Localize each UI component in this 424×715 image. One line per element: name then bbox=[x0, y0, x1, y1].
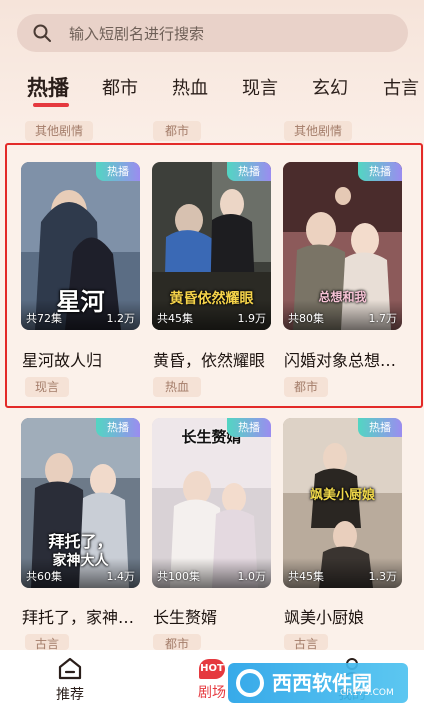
drama-title[interactable]: 星河故人归 bbox=[22, 347, 147, 371]
view-count: 1.3万 bbox=[368, 570, 398, 583]
drama-card[interactable]: 总想和我 热播 共80集 1.7万 bbox=[283, 162, 402, 330]
drama-card[interactable]: 星河 热播 共72集 1.2万 bbox=[21, 162, 140, 330]
drama-title[interactable]: 闪婚对象总想和我拜把子 bbox=[284, 347, 402, 371]
search-icon bbox=[33, 24, 51, 42]
drama-title[interactable]: 拜托了，家神大人 bbox=[22, 604, 147, 628]
tab-hot[interactable]: 热播 bbox=[27, 72, 69, 102]
tab-fantasy[interactable]: 玄幻 bbox=[312, 74, 348, 100]
view-count: 1.9万 bbox=[237, 312, 267, 325]
episode-count: 共80集 bbox=[288, 312, 324, 325]
category-tabs: 热播 都市 热血 现言 玄幻 古言 bbox=[0, 70, 424, 110]
poster-title-art: 黄昏依然耀眼 bbox=[169, 291, 254, 307]
hot-icon: HOT bbox=[199, 659, 225, 679]
tab-action[interactable]: 热血 bbox=[172, 74, 208, 100]
episode-count: 共45集 bbox=[288, 570, 324, 583]
hot-badge: 热播 bbox=[358, 162, 402, 181]
view-count: 1.2万 bbox=[106, 312, 136, 325]
genre-tag: 都市 bbox=[284, 377, 328, 397]
site-watermark: 西西软件园 CR173.COM bbox=[228, 663, 408, 703]
hot-badge: 热播 bbox=[227, 418, 271, 437]
genre-tag: 热血 bbox=[153, 377, 201, 397]
genre-tag: 其他剧情 bbox=[284, 121, 352, 141]
drama-title[interactable]: 飒美小厨娘 bbox=[284, 604, 402, 628]
tab-modern-romance[interactable]: 现言 bbox=[242, 74, 278, 100]
poster-title-art: 总想和我 bbox=[318, 290, 367, 304]
poster-subtitle-art: 家神大人 bbox=[52, 553, 109, 569]
hot-badge: 热播 bbox=[96, 418, 140, 437]
active-tab-indicator bbox=[33, 103, 69, 107]
search-bar[interactable]: 输入短剧名进行搜索 bbox=[17, 14, 408, 52]
genre-tag: 现言 bbox=[25, 377, 69, 397]
tab-urban[interactable]: 都市 bbox=[102, 74, 138, 100]
episode-count: 共60集 bbox=[26, 570, 62, 583]
episode-count: 共45集 bbox=[157, 312, 193, 325]
genre-tag: 古言 bbox=[284, 634, 328, 651]
view-count: 1.4万 bbox=[106, 570, 136, 583]
hot-badge: 热播 bbox=[96, 162, 140, 181]
episode-count: 共100集 bbox=[157, 570, 200, 583]
view-count: 1.0万 bbox=[237, 570, 267, 583]
nav-home-label: 推荐 bbox=[56, 687, 84, 703]
home-icon bbox=[58, 657, 82, 680]
drama-card[interactable]: 黄昏依然耀眼 热播 共45集 1.9万 bbox=[152, 162, 271, 330]
poster-title-art: 拜托了， bbox=[48, 532, 113, 551]
drama-card[interactable]: 飒美小厨娘 热播 共45集 1.3万 bbox=[283, 418, 402, 588]
view-count: 1.7万 bbox=[368, 312, 398, 325]
genre-tag: 都市 bbox=[153, 121, 201, 141]
hot-badge: 热播 bbox=[227, 162, 271, 181]
poster-title-art: 飒美小厨娘 bbox=[309, 488, 375, 503]
nav-home[interactable]: 推荐 bbox=[48, 656, 92, 704]
watermark-subtext: CR173.COM bbox=[340, 688, 394, 698]
genre-tag: 其他剧情 bbox=[25, 121, 93, 141]
drama-title[interactable]: 长生赘婿 bbox=[153, 604, 278, 628]
hot-badge: 热播 bbox=[358, 418, 402, 437]
genre-tag: 古言 bbox=[25, 634, 69, 651]
drama-title[interactable]: 黄昏，依然耀眼 bbox=[153, 347, 278, 371]
search-input[interactable]: 输入短剧名进行搜索 bbox=[69, 23, 204, 44]
drama-card[interactable]: 拜托了， 家神大人 热播 共60集 1.4万 bbox=[21, 418, 140, 588]
tab-ancient-romance[interactable]: 古言 bbox=[383, 74, 419, 100]
watermark-logo-icon bbox=[236, 669, 264, 697]
episode-count: 共72集 bbox=[26, 312, 62, 325]
drama-card[interactable]: 长生赘婿 热播 共100集 1.0万 bbox=[152, 418, 271, 588]
genre-tag: 都市 bbox=[153, 634, 201, 651]
